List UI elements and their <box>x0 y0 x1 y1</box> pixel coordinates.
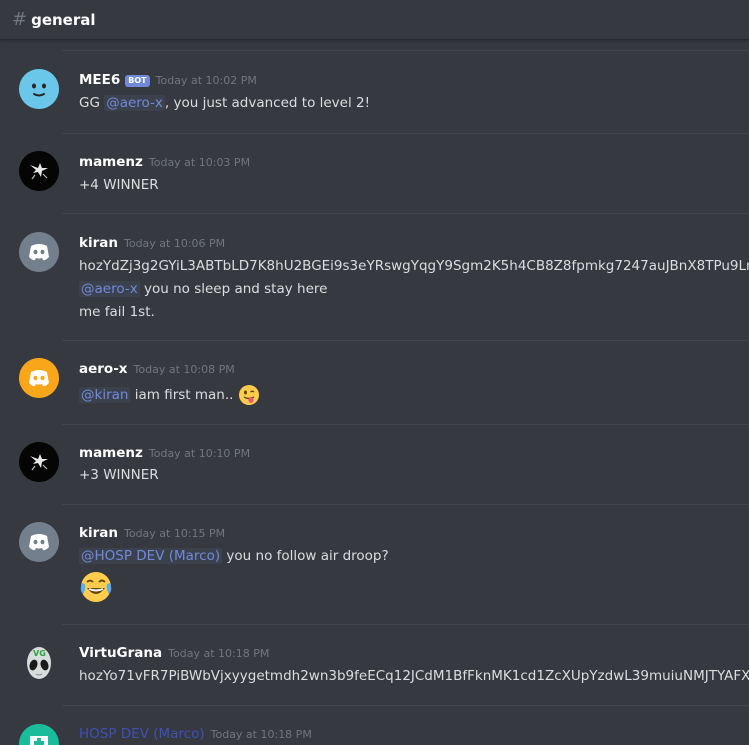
divider <box>62 340 749 341</box>
user-mention[interactable]: @kiran <box>79 387 131 403</box>
message-content: GG @aero-x, you just advanced to level 2… <box>79 94 370 112</box>
discord-avatar-icon[interactable] <box>19 358 59 398</box>
username[interactable]: mamenz <box>79 445 143 461</box>
mee6-avatar-icon[interactable] <box>19 69 59 109</box>
mamenz-avatar-icon[interactable] <box>19 151 59 191</box>
message-content: @kiran iam first man.. <box>79 384 260 406</box>
timestamp: Today at 10:15 PM <box>123 527 226 540</box>
divider <box>62 50 749 51</box>
bot-tag: BOT <box>125 75 150 87</box>
username[interactable]: kiran <box>79 235 118 251</box>
timestamp: Today at 10:18 PM <box>168 647 270 660</box>
timestamp: Today at 10:02 PM <box>155 74 257 87</box>
message-text: , you just advanced to level 2! <box>164 95 371 111</box>
message-content: hozYo71vFR7PiBWbVjxyygetmdh2wn3b9feECq12… <box>79 668 749 684</box>
discord-channel-view: # general MEE6 BOT Today at 10:02 PM GG … <box>0 0 749 745</box>
message-content: hozYdZj3g2GYiL3ABTbLD7K8hU2BGEi9s3eYRswg… <box>79 258 749 274</box>
hospital-avatar-icon[interactable] <box>19 724 59 745</box>
timestamp: Today at 10:10 PM <box>148 447 251 460</box>
discord-avatar-icon[interactable] <box>19 522 59 562</box>
joy-emoji-icon <box>80 572 112 602</box>
message-content: @aero-x you no sleep and stay here <box>79 280 327 298</box>
timestamp: Today at 10:03 PM <box>148 156 251 169</box>
divider <box>62 705 749 706</box>
message-list[interactable]: MEE6 BOT Today at 10:02 PM GG @aero-x, y… <box>0 40 749 745</box>
user-mention[interactable]: @HOSP DEV (Marco) <box>79 548 223 564</box>
timestamp: Today at 10:18 PM <box>210 728 312 741</box>
user-mention[interactable]: @aero-x <box>104 95 165 111</box>
username[interactable]: HOSP DEV (Marco) <box>79 726 205 742</box>
timestamp: Today at 10:08 PM <box>133 363 235 376</box>
message-text: you no sleep and stay here <box>139 281 328 297</box>
divider <box>62 624 749 625</box>
channel-header: # general <box>0 0 749 40</box>
username[interactable]: kiran <box>79 525 118 541</box>
divider <box>62 213 749 214</box>
winking-tongue-emoji-icon <box>238 385 259 405</box>
message-text: GG <box>79 95 105 111</box>
message-content: @HOSP DEV (Marco) you no follow air droo… <box>79 547 389 565</box>
message-content: +3 WINNER <box>79 467 159 483</box>
divider <box>62 504 749 505</box>
alien-avatar-icon[interactable]: VG <box>19 642 59 682</box>
message-content: me fail 1st. <box>79 304 155 320</box>
divider <box>62 133 749 134</box>
channel-hash-icon: # <box>12 9 28 30</box>
svg-text:VG: VG <box>33 649 46 658</box>
discord-avatar-icon[interactable] <box>19 232 59 272</box>
username[interactable]: aero-x <box>79 361 128 377</box>
username[interactable]: MEE6 <box>79 72 120 88</box>
timestamp: Today at 10:06 PM <box>123 237 226 250</box>
divider <box>62 424 749 425</box>
message-content: +4 WINNER <box>79 177 159 193</box>
mamenz-avatar-icon[interactable] <box>19 442 59 482</box>
message-text: iam first man.. <box>130 387 234 403</box>
message-text: you no follow air droop? <box>222 548 389 564</box>
username[interactable]: mamenz <box>79 154 143 170</box>
channel-name[interactable]: general <box>31 11 95 29</box>
username[interactable]: VirtuGrana <box>79 645 162 661</box>
user-mention[interactable]: @aero-x <box>79 281 140 297</box>
